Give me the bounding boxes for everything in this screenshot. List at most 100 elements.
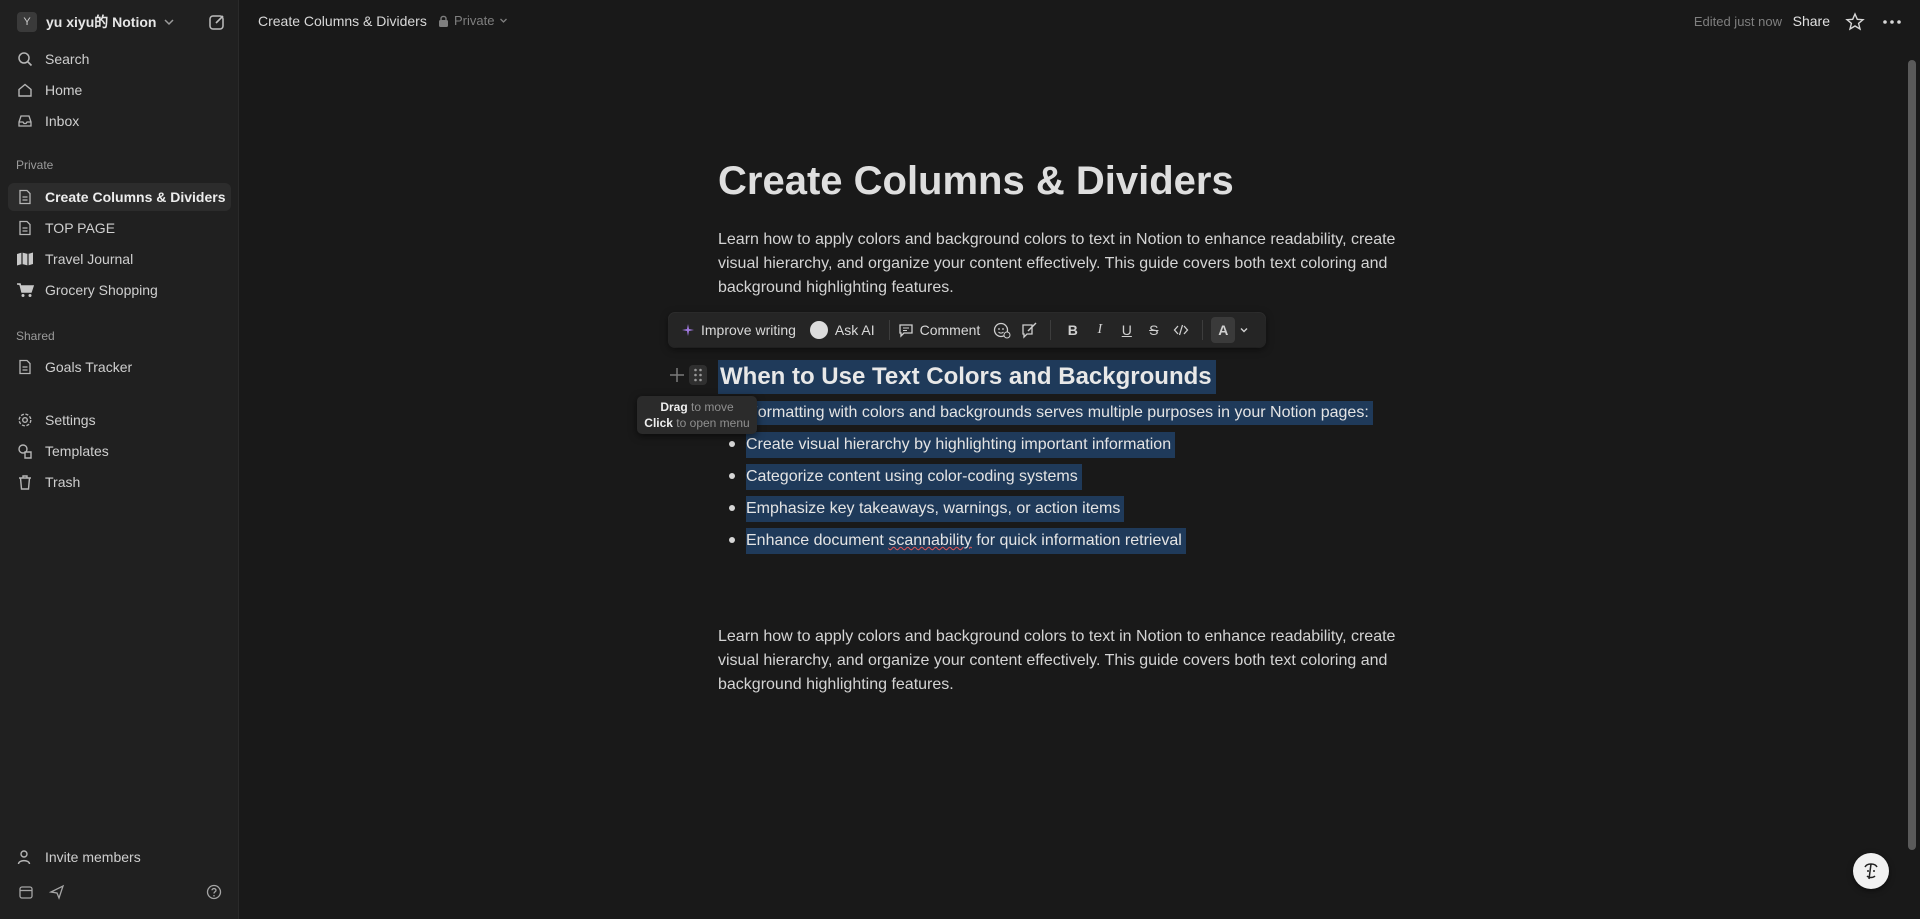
text-color-button[interactable]: A (1211, 317, 1236, 343)
comment-label: Comment (919, 322, 981, 338)
ask-ai-button[interactable]: Ask AI (809, 313, 875, 347)
section-label-private: Private (16, 158, 54, 172)
bullet-dot (729, 441, 735, 447)
sidebar-item-label: Grocery Shopping (45, 282, 158, 298)
misspelled-word[interactable]: scannability (888, 532, 972, 549)
sidebar-item-grocery-shopping[interactable]: Grocery Shopping (8, 276, 231, 304)
ai-face-icon (1864, 863, 1878, 880)
sidebar-item-home[interactable]: Home (8, 76, 231, 104)
underline-button[interactable]: U (1113, 317, 1140, 343)
paragraph-line: visual hierarchy, and organize your cont… (718, 652, 1388, 669)
list-item-text: Create visual hierarchy by highlighting … (746, 432, 1176, 458)
drag-handle-icon[interactable] (689, 365, 707, 385)
sidebar-item-label: Invite members (45, 849, 141, 865)
ask-ai-label: Ask AI (834, 322, 875, 338)
sidebar-item-search[interactable]: Search (8, 45, 231, 73)
sidebar-item-label: Home (45, 82, 83, 98)
sidebar-item-label: Create Columns & Dividers (45, 189, 226, 205)
tooltip-text: to move (687, 400, 734, 414)
sidebar-item-top-page[interactable]: TOP PAGE (8, 214, 231, 242)
workspace-avatar: Y (17, 12, 37, 32)
sidebar-item-trash[interactable]: Trash (8, 468, 231, 496)
improve-writing-label: Improve writing (701, 322, 796, 338)
suggest-edit-icon[interactable] (1015, 317, 1042, 343)
sidebar-item-settings[interactable]: Settings (8, 406, 231, 434)
toolbar-divider (1202, 320, 1204, 340)
bold-button[interactable]: B (1059, 317, 1086, 343)
privacy-selector[interactable]: Private (438, 13, 508, 28)
text-segment: for quick information retrieval (971, 532, 1182, 549)
sidebar-item-label: Inbox (45, 113, 80, 129)
sidebar-item-label: TOP PAGE (45, 220, 116, 236)
edited-status: Edited just now (1693, 14, 1782, 29)
italic-button[interactable]: I (1086, 317, 1113, 343)
tooltip-line: Drag to move (637, 399, 757, 415)
breadcrumb[interactable]: Create Columns & Dividers (258, 13, 427, 29)
section-label-shared: Shared (16, 329, 55, 343)
calendar-icon[interactable] (17, 883, 35, 901)
list-item-text: Emphasize key takeaways, warnings, or ac… (746, 496, 1125, 522)
notion-ai-button[interactable] (1853, 853, 1889, 889)
tooltip-text: to open menu (672, 416, 750, 430)
paragraph-line: Learn how to apply colors and background… (718, 628, 1396, 645)
inbox-icon (16, 112, 34, 130)
toolbar-divider (1050, 320, 1052, 340)
text-segment: Enhance document (746, 532, 889, 549)
section-heading: When to Use Text Colors and Backgrounds (718, 360, 1216, 394)
sidebar-item-label: Goals Tracker (45, 359, 133, 375)
cart-icon (16, 281, 34, 299)
sidebar-item-inbox[interactable]: Inbox (8, 107, 231, 135)
tooltip-key: Click (644, 416, 673, 430)
templates-icon (16, 442, 34, 460)
selected-paragraph[interactable]: Formatting with colors and backgrounds s… (718, 401, 1373, 425)
sidebar: Y yu xiyu的 Notion Search Home Inbox Priv… (0, 0, 239, 919)
comment-icon (898, 324, 913, 338)
paragraph-line: background highlighting features. (718, 279, 954, 296)
gear-icon (16, 411, 34, 429)
sidebar-item-invite-members[interactable]: Invite members (8, 843, 231, 871)
sidebar-item-templates[interactable]: Templates (8, 437, 231, 465)
sparkle-icon (682, 324, 694, 336)
toolbar-divider (888, 320, 890, 340)
intro-paragraph[interactable]: Learn how to apply colors and background… (718, 228, 1418, 300)
sidebar-item-goals-tracker[interactable]: Goals Tracker (8, 353, 231, 381)
sidebar-footer (0, 883, 239, 907)
lock-icon (439, 15, 448, 27)
emoji-reaction-icon[interactable] (988, 317, 1015, 343)
ai-face-icon (809, 321, 828, 339)
sidebar-item-travel-journal[interactable]: Travel Journal (8, 245, 231, 273)
page-icon (16, 219, 34, 237)
code-icon[interactable] (1167, 317, 1194, 343)
add-block-icon[interactable] (668, 366, 686, 384)
more-options-icon[interactable] (1881, 12, 1903, 32)
chevron-down-icon (500, 18, 508, 23)
share-button[interactable]: Share (1793, 13, 1830, 29)
add-person-icon (16, 848, 34, 866)
chevron-down-icon[interactable] (1239, 325, 1249, 335)
star-icon[interactable] (1845, 12, 1865, 32)
workspace-switcher[interactable]: Y yu xiyu的 Notion (8, 9, 231, 35)
privacy-label: Private (454, 13, 495, 28)
improve-writing-button[interactable]: Improve writing (681, 313, 796, 347)
paragraph-line: visual hierarchy, and organize your cont… (718, 255, 1388, 272)
home-icon (16, 81, 34, 99)
new-page-icon[interactable] (207, 12, 227, 32)
strikethrough-button[interactable]: S (1140, 317, 1167, 343)
page-title[interactable]: Create Columns & Dividers (718, 159, 1234, 204)
scrollbar[interactable] (1908, 60, 1916, 850)
trash-icon (16, 473, 34, 491)
list-item-text: Categorize content using color-coding sy… (746, 464, 1082, 490)
tooltip-line: Click to open menu (637, 415, 757, 431)
search-icon (16, 50, 34, 68)
outro-paragraph[interactable]: Learn how to apply colors and background… (718, 625, 1418, 697)
sidebar-item-label: Search (45, 51, 90, 67)
comment-button[interactable]: Comment (898, 313, 981, 347)
workspace-name: yu xiyu的 Notion (46, 14, 157, 30)
page-icon (16, 188, 34, 206)
sidebar-item-label: Trash (45, 474, 81, 490)
send-icon[interactable] (48, 883, 66, 901)
paragraph-line: background highlighting features. (718, 676, 954, 693)
bullet-dot (729, 505, 735, 511)
sidebar-item-create-columns[interactable]: Create Columns & Dividers (8, 183, 231, 211)
help-icon[interactable] (205, 883, 223, 901)
